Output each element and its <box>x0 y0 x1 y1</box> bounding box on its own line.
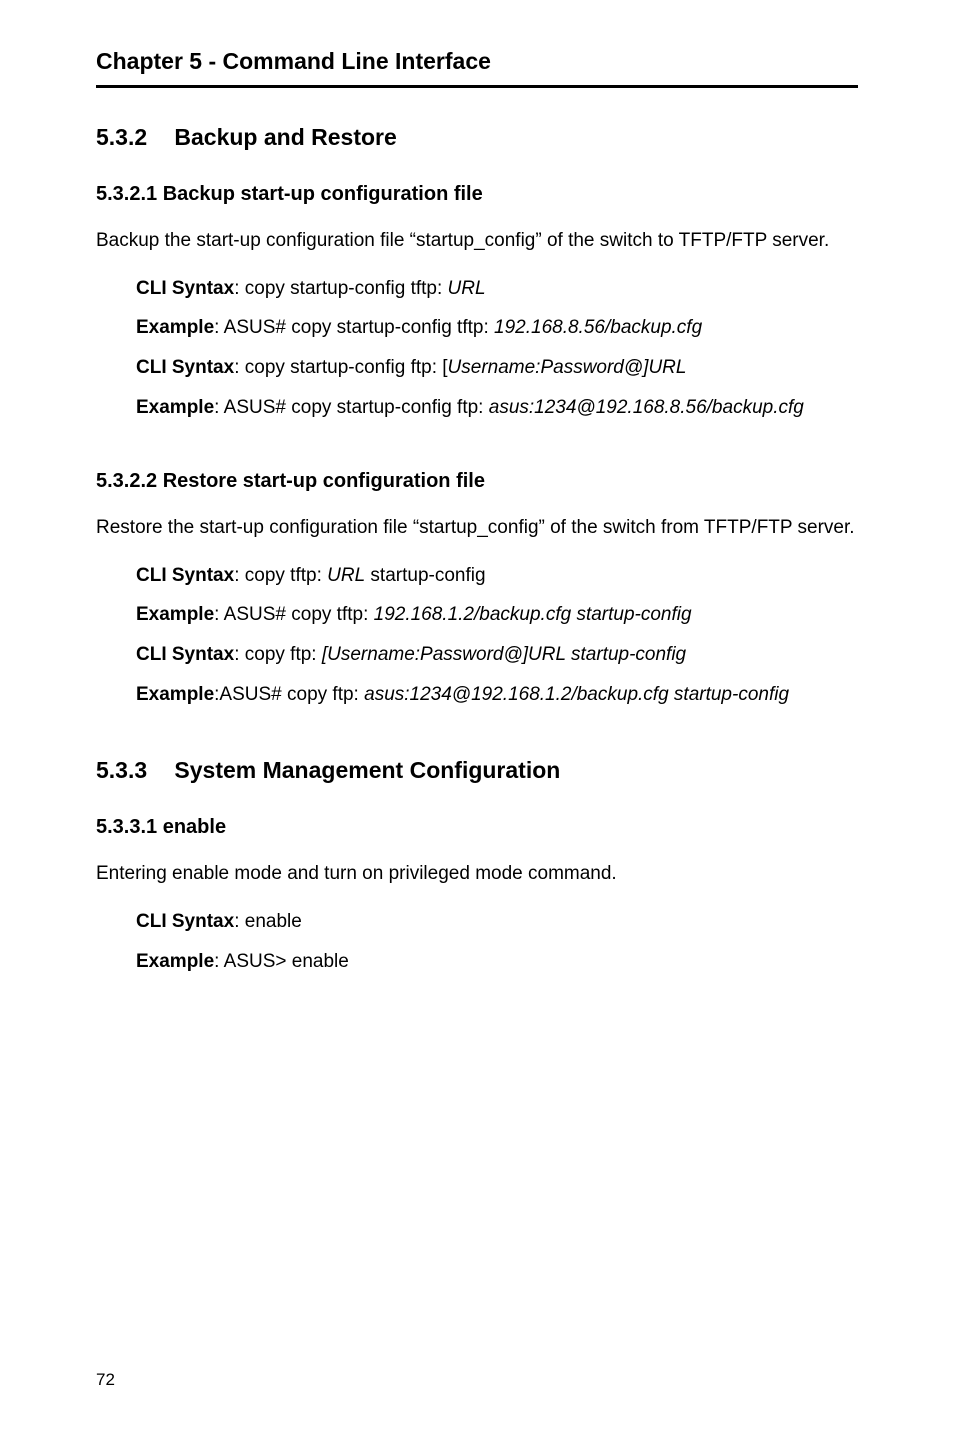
section-number: 5.3.3 <box>96 757 168 784</box>
section-title: Backup and Restore <box>174 124 396 150</box>
cli-label: CLI Syntax <box>136 565 234 586</box>
cli-label: Example <box>136 951 214 972</box>
cli-block: CLI Syntax: copy startup-config tftp: UR… <box>96 276 858 421</box>
cli-syntax-line: CLI Syntax: copy tftp: URL startup-confi… <box>136 563 858 589</box>
cli-label: CLI Syntax <box>136 911 234 932</box>
example-line: Example: ASUS# copy startup-config tftp:… <box>136 315 858 341</box>
section-5-3-2-1-heading: 5.3.2.1 Backup start-up configuration fi… <box>96 183 858 206</box>
example-line: Example: ASUS# copy startup-config ftp: … <box>136 395 858 421</box>
section-5-3-2-heading: 5.3.2 Backup and Restore <box>96 124 858 151</box>
cli-block: CLI Syntax: copy tftp: URL startup-confi… <box>96 563 858 708</box>
cli-param: Username:Password@]URL <box>448 357 687 378</box>
cli-param: asus:1234@192.168.1.2/backup.cfg startup… <box>364 684 789 705</box>
body-text: Restore the start-up configuration file … <box>96 515 858 541</box>
cli-text: : ASUS# copy startup-config tftp: <box>214 317 494 338</box>
section-5-3-2-2-heading: 5.3.2.2 Restore start-up configuration f… <box>96 470 858 493</box>
section-5-3-3-1-heading: 5.3.3.1 enable <box>96 816 858 839</box>
cli-text: : ASUS# copy tftp: <box>214 604 373 625</box>
body-text: Entering enable mode and turn on privile… <box>96 861 858 887</box>
chapter-title: Chapter 5 - Command Line Interface <box>96 48 858 75</box>
cli-text: : copy tftp: <box>234 565 327 586</box>
cli-param: [Username:Password@]URL startup-config <box>322 644 686 665</box>
cli-text: :ASUS# copy ftp: <box>214 684 364 705</box>
cli-param: URL <box>327 565 365 586</box>
cli-text: : ASUS> enable <box>214 951 349 972</box>
example-line: Example:ASUS# copy ftp: asus:1234@192.16… <box>136 682 858 708</box>
cli-block: CLI Syntax: enable Example: ASUS> enable <box>96 909 858 974</box>
section-number: 5.3.2 <box>96 124 168 151</box>
divider <box>96 85 858 88</box>
body-text: Backup the start-up configuration file “… <box>96 228 858 254</box>
example-line: Example: ASUS# copy tftp: 192.168.1.2/ba… <box>136 602 858 628</box>
cli-syntax-line: CLI Syntax: enable <box>136 909 858 935</box>
cli-syntax-line: CLI Syntax: copy startup-config ftp: [Us… <box>136 355 858 381</box>
cli-label: Example <box>136 604 214 625</box>
cli-text: : enable <box>234 911 302 932</box>
cli-label: CLI Syntax <box>136 357 234 378</box>
section-5-3-3-heading: 5.3.3 System Management Configuration <box>96 757 858 784</box>
cli-label: Example <box>136 684 214 705</box>
cli-text-after: startup-config <box>365 565 485 586</box>
cli-text: : copy startup-config ftp: [ <box>234 357 447 378</box>
example-line: Example: ASUS> enable <box>136 949 858 975</box>
cli-param: URL <box>448 278 486 299</box>
cli-label: CLI Syntax <box>136 278 234 299</box>
cli-param: 192.168.1.2/backup.cfg startup-config <box>374 604 692 625</box>
cli-text: : ASUS# copy startup-config ftp: <box>214 397 489 418</box>
cli-label: Example <box>136 397 214 418</box>
cli-label: Example <box>136 317 214 338</box>
cli-param: 192.168.8.56/backup.cfg <box>494 317 702 338</box>
page-number: 72 <box>96 1370 115 1390</box>
cli-syntax-line: CLI Syntax: copy ftp: [Username:Password… <box>136 642 858 668</box>
cli-text: : copy ftp: <box>234 644 322 665</box>
section-title: System Management Configuration <box>174 757 560 783</box>
cli-label: CLI Syntax <box>136 644 234 665</box>
cli-param: asus:1234@192.168.8.56/backup.cfg <box>489 397 804 418</box>
cli-text: : copy startup-config tftp: <box>234 278 447 299</box>
cli-syntax-line: CLI Syntax: copy startup-config tftp: UR… <box>136 276 858 302</box>
